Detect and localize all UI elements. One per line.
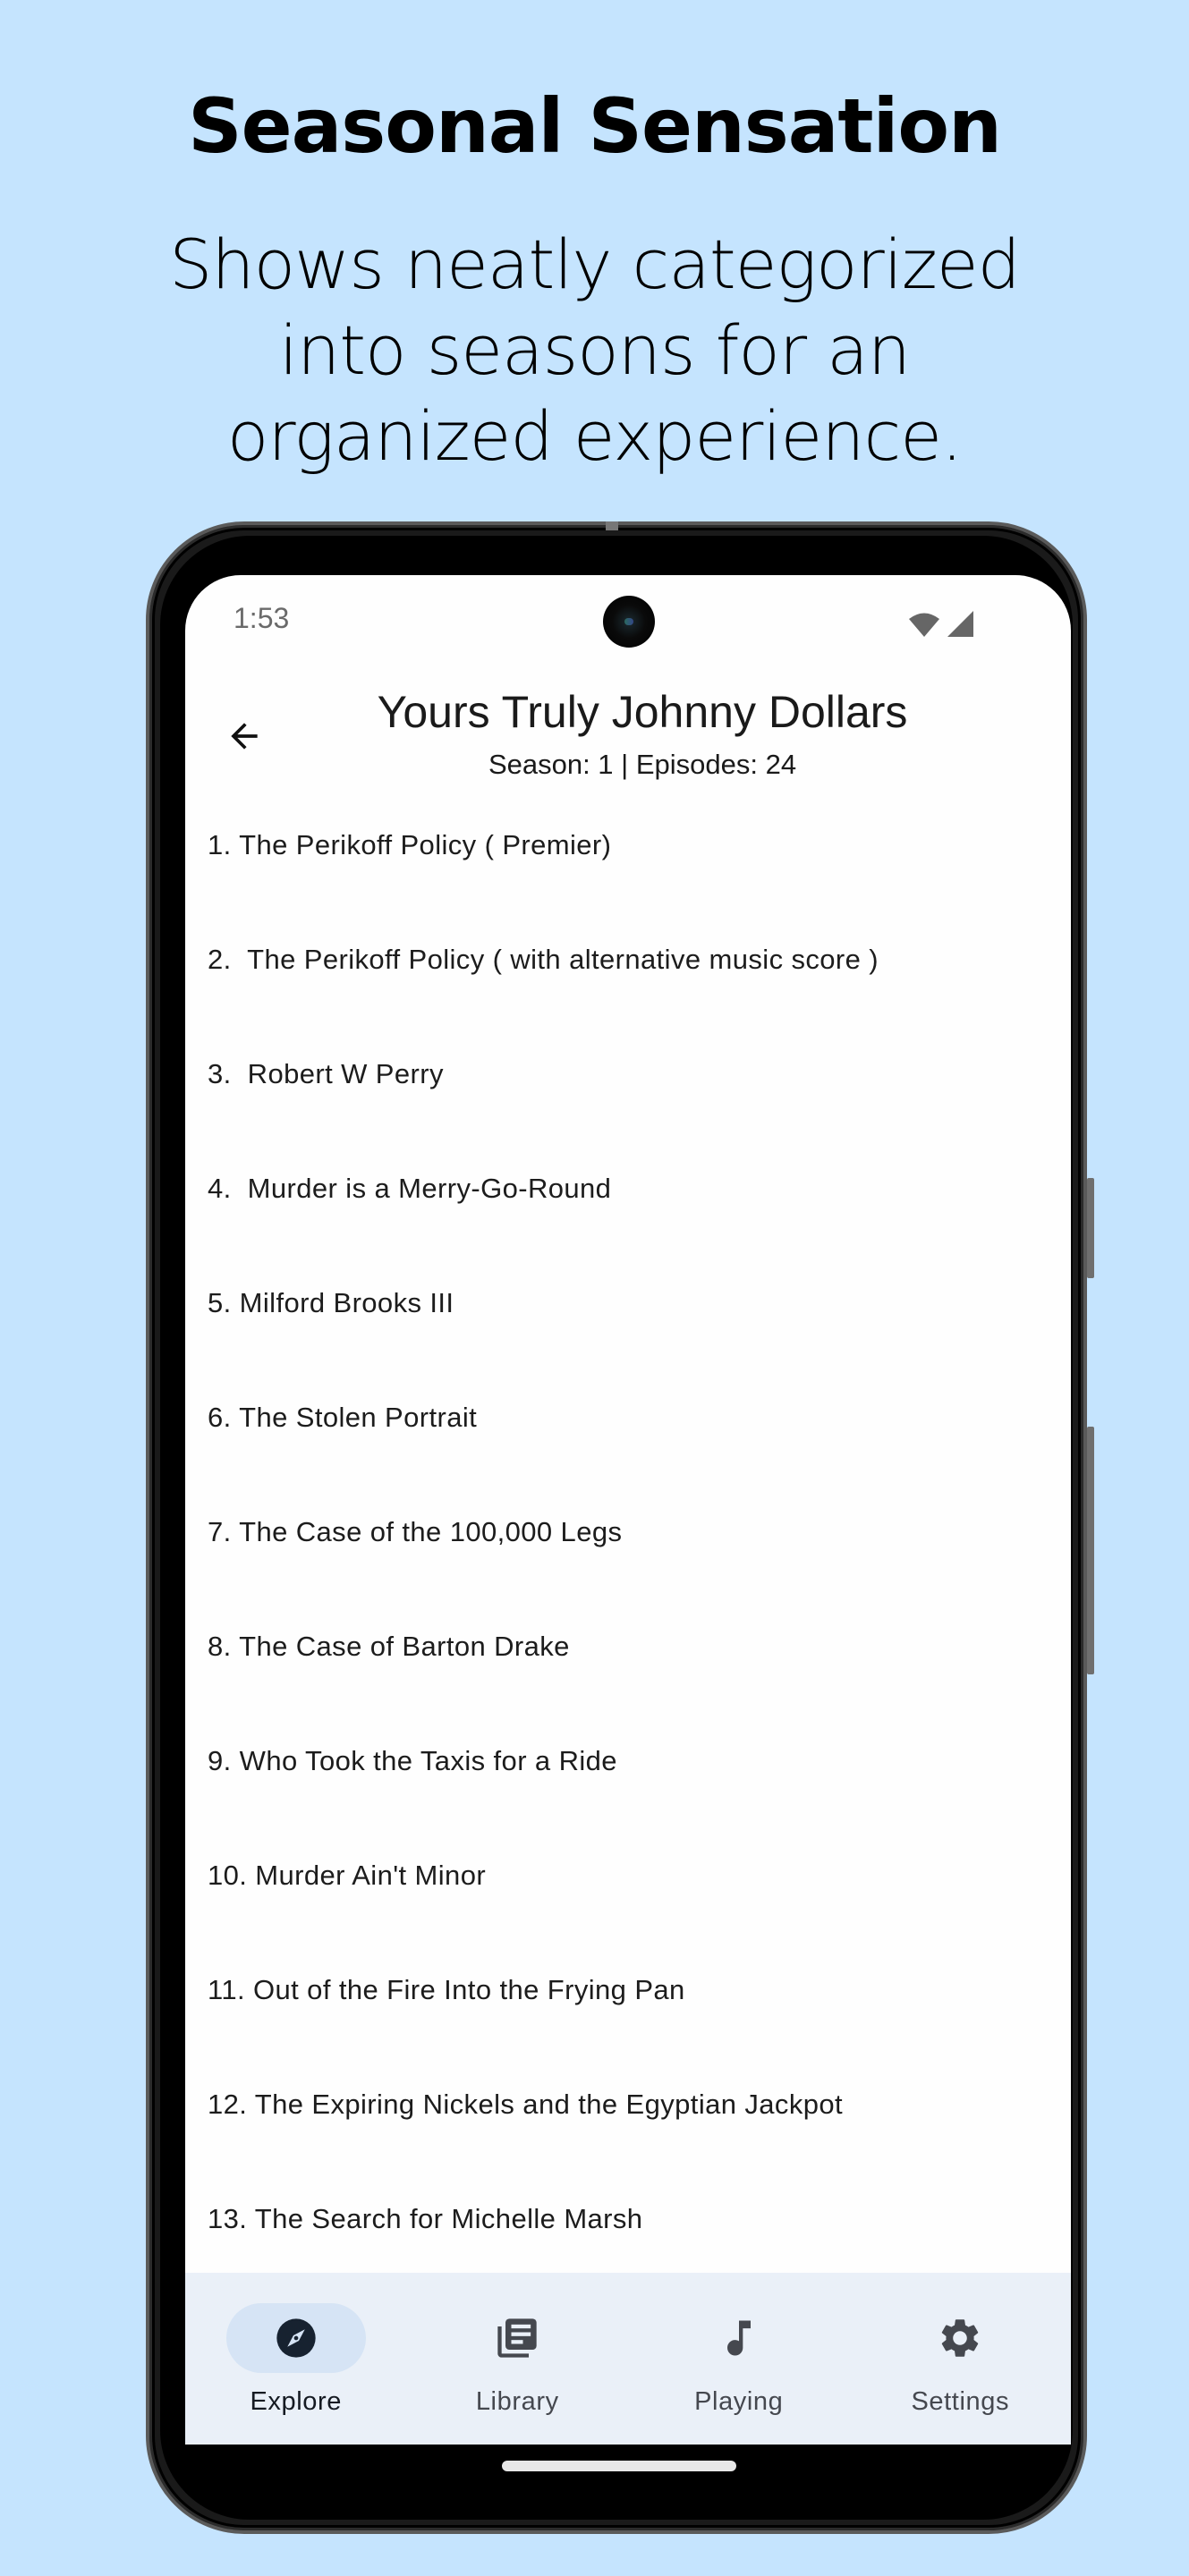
- status-bar: 1:53: [185, 575, 1071, 674]
- phone-seam: [606, 521, 618, 530]
- gear-icon: [942, 2319, 979, 2357]
- episode-item[interactable]: 5. Milford Brooks III: [185, 1257, 1071, 1371]
- nav-label: Settings: [911, 2387, 1010, 2416]
- nav-label: Playing: [694, 2387, 784, 2416]
- bottom-navigation: Explore Library Playing Settings: [185, 2273, 1071, 2445]
- compass-icon: [276, 2318, 316, 2358]
- cellular-signal-icon: [947, 611, 973, 637]
- promo-subtitle-line: organized experience.: [226, 396, 963, 476]
- phone-bezel: 1:53 Yours Truly Johnny Dollars Season: …: [160, 536, 1073, 2520]
- nav-label: Explore: [250, 2387, 343, 2416]
- promo-title: Seasonal Sensation: [188, 82, 1002, 170]
- episode-item[interactable]: 10. Murder Ain't Minor: [185, 1829, 1071, 1944]
- episode-item[interactable]: 4. Murder is a Merry-Go-Round: [185, 1142, 1071, 1257]
- nav-tab-playing[interactable]: Playing: [628, 2273, 850, 2445]
- phone-screen: 1:53 Yours Truly Johnny Dollars Season: …: [185, 575, 1071, 2445]
- wifi-icon: [909, 613, 939, 637]
- episode-item[interactable]: 3. Robert W Perry: [185, 1028, 1071, 1142]
- episode-item[interactable]: 7. The Case of the 100,000 Legs: [185, 1486, 1071, 1600]
- episode-item[interactable]: 6. The Stolen Portrait: [185, 1371, 1071, 1486]
- episode-item[interactable]: 1. The Perikoff Policy ( Premier): [185, 799, 1071, 913]
- phone-frame: 1:53 Yours Truly Johnny Dollars Season: …: [146, 521, 1094, 2534]
- home-indicator[interactable]: [502, 2461, 736, 2471]
- nav-tab-settings[interactable]: Settings: [850, 2273, 1072, 2445]
- nav-tab-explore[interactable]: Explore: [185, 2273, 407, 2445]
- status-time: 1:53: [234, 602, 290, 634]
- promo-subtitle-line: into seasons for an: [278, 310, 911, 390]
- nav-label: Library: [475, 2387, 559, 2416]
- episode-item[interactable]: 8. The Case of Barton Drake: [185, 1600, 1071, 1715]
- library-icon: [497, 2318, 537, 2358]
- episode-list: 1. The Perikoff Policy ( Premier) 2. The…: [185, 799, 1071, 2287]
- music-note-icon: [726, 2320, 751, 2356]
- season-episode-count: Season: 1 | Episodes: 24: [488, 749, 797, 780]
- episode-item[interactable]: 9. Who Took the Taxis for a Ride: [185, 1715, 1071, 1829]
- promo-subtitle: Shows neatly categorized into seasons fo…: [0, 222, 1189, 479]
- phone-power-button: [1087, 1178, 1094, 1278]
- page-title: Yours Truly Johnny Dollars: [377, 687, 908, 737]
- promo-subtitle-line: Shows neatly categorized: [169, 225, 1021, 304]
- episode-item[interactable]: 11. Out of the Fire Into the Frying Pan: [185, 1944, 1071, 2058]
- app-bar: Yours Truly Johnny Dollars Season: 1 | E…: [185, 674, 1071, 790]
- nav-tab-library[interactable]: Library: [407, 2273, 629, 2445]
- phone-volume-button: [1087, 1427, 1094, 1674]
- episode-item[interactable]: 12. The Expiring Nickels and the Egyptia…: [185, 2058, 1071, 2173]
- front-camera: [603, 596, 655, 648]
- episode-item[interactable]: 13. The Search for Michelle Marsh: [185, 2173, 1071, 2287]
- episode-item[interactable]: 2. The Perikoff Policy ( with alternativ…: [185, 913, 1071, 1028]
